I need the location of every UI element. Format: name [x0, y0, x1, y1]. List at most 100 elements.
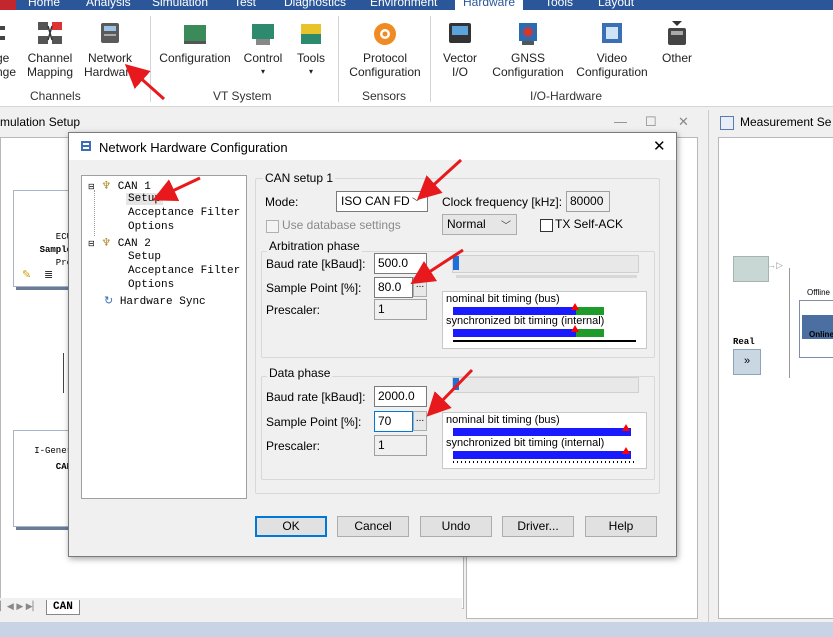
tab-tools[interactable]: Tools [545, 0, 573, 9]
maximize-icon[interactable]: ☐ [645, 114, 657, 130]
tools-button[interactable]: Tools ▾ [292, 20, 330, 79]
slider-thumb[interactable] [453, 378, 459, 390]
gnss-configuration-button[interactable]: GNSS Configuration [488, 20, 568, 79]
mode-select[interactable]: ISO CAN FD ﹀ [336, 191, 428, 212]
partial-button[interactable]: ge nge [0, 20, 16, 79]
other-button[interactable]: Other [656, 20, 698, 65]
group-io-hardware: I/O-Hardware [530, 89, 603, 103]
network-hardware-label-1: Network [87, 51, 132, 65]
driver-button[interactable]: Driver... [502, 516, 574, 537]
data-tq-scale [453, 461, 636, 463]
tab-analysis[interactable]: Analysis [86, 0, 131, 9]
channel-mapping-label-1: Channel [27, 51, 73, 65]
arb-sample-point-label: Sample Point [%]: [266, 281, 362, 295]
tree-node-can2[interactable]: ⊟ ♆ CAN 2 [88, 236, 151, 250]
tree-node-hardware-sync[interactable]: ↻ Hardware Sync [104, 294, 206, 308]
vector-io-button[interactable]: Vector I/O [436, 20, 484, 79]
tab-hardware[interactable]: Hardware [455, 0, 524, 10]
bus-line [63, 353, 64, 393]
arb-bit-timing-display: nominal bit timing (bus) synchronized bi… [442, 291, 647, 349]
collapse-icon[interactable]: ⊟ [88, 240, 95, 249]
arb-sync-bar [453, 329, 576, 337]
help-button[interactable]: Help [585, 516, 657, 537]
slider-thumb[interactable] [453, 256, 459, 270]
tree-node-can2-setup[interactable]: Setup [128, 251, 161, 263]
stack-icon[interactable]: ≣ [44, 268, 53, 282]
tab-can[interactable]: CAN [46, 600, 80, 615]
arb-baud-slider[interactable] [452, 255, 639, 273]
close-icon[interactable]: ✕ [678, 114, 689, 130]
online-label: Online [809, 330, 833, 339]
tab-environment[interactable]: Environment [370, 0, 437, 9]
chevron-down-icon: ﹀ [412, 198, 422, 209]
tx-self-ack-checkbox[interactable] [540, 219, 553, 232]
arb-sample-point-more-button[interactable]: ... [413, 277, 427, 297]
arb-nominal-label: nominal bit timing (bus) [446, 293, 560, 305]
data-sample-point-field[interactable]: 70 [374, 411, 413, 432]
configuration-button[interactable]: Configuration [156, 20, 234, 65]
tab-test[interactable]: Test [234, 0, 256, 9]
undo-button[interactable]: Undo [420, 516, 492, 537]
video-configuration-button[interactable]: Video Configuration [572, 20, 652, 79]
data-sample-point-label: Sample Point [%]: [266, 415, 362, 429]
tab-diagnostics[interactable]: Diagnostics [284, 0, 346, 9]
output-mode-select[interactable]: Normal ﹀ [442, 214, 517, 235]
tools-icon [296, 20, 326, 48]
connector-arrow: →▷ [767, 260, 783, 270]
clock-frequency-field[interactable]: 80000 [566, 191, 610, 212]
minimize-icon[interactable]: — [614, 114, 627, 129]
control-button[interactable]: Control ▾ [240, 20, 286, 79]
tree-node-can1-acceptance-filter[interactable]: Acceptance Filter [128, 207, 240, 219]
dialog-title: Network Hardware Configuration [99, 140, 288, 155]
data-sync-sample-marker [622, 447, 630, 454]
tab-home[interactable]: Home [28, 0, 60, 9]
arb-prescaler-field: 1 [374, 299, 427, 320]
data-baud-field[interactable]: 2000.0 [374, 386, 427, 407]
channel-mapping-button[interactable]: Channel Mapping [24, 20, 76, 79]
edit-pencil-icon[interactable]: ✎ [22, 268, 31, 282]
arb-sample-point-field[interactable]: 80.0 [374, 277, 413, 298]
use-database-checkbox[interactable] [266, 220, 279, 233]
tree-node-can1-options[interactable]: Options [128, 221, 174, 233]
tx-self-ack-label: TX Self-ACK [555, 217, 624, 231]
tab-simulation[interactable]: Simulation [152, 0, 208, 9]
data-bit-timing-display: nominal bit timing (bus) synchronized bi… [442, 412, 647, 469]
tab-layout[interactable]: Layout [598, 0, 634, 9]
tree-node-can1-setup[interactable]: Setup [126, 193, 164, 205]
mode-value: ISO CAN FD [341, 194, 410, 208]
tree-label-can1: CAN 1 [117, 181, 151, 193]
source-node-icon[interactable] [733, 256, 769, 282]
channel-mapping-icon [35, 20, 65, 48]
group-sensors: Sensors [362, 89, 407, 103]
tree-node-can1[interactable]: ⊟ ♆ CAN 1 [88, 179, 151, 193]
use-database-label: Use database settings [282, 218, 401, 232]
igenerator-label-2: CAN [55, 462, 72, 472]
ribbon-separator [338, 16, 339, 102]
data-nominal-bar [453, 428, 631, 436]
simulation-setup-title: mulation Setup [0, 115, 81, 129]
mode-label: Mode: [265, 195, 299, 209]
real-block-button[interactable]: » [733, 349, 761, 375]
arb-nominal-bar [453, 307, 576, 315]
data-nominal-label: nominal bit timing (bus) [446, 414, 560, 426]
data-baud-slider[interactable] [452, 377, 639, 393]
chevron-down-icon: ﹀ [501, 221, 511, 232]
arb-baud-field[interactable]: 500.0 [374, 253, 427, 274]
configuration-label: Configuration [159, 51, 231, 65]
tree-label-hardware-sync: Hardware Sync [119, 296, 206, 308]
arb-tq-scale [453, 340, 636, 342]
cancel-button[interactable]: Cancel [337, 516, 409, 537]
tree-node-can2-options[interactable]: Options [128, 279, 174, 291]
group-channels: Channels [30, 89, 81, 103]
network-hardware-button[interactable]: Network Hardware [84, 20, 136, 79]
data-sample-point-more-button[interactable]: ... [413, 411, 427, 431]
igenerator-label-1: I-Gener [34, 446, 72, 456]
dialog-title-bar: Network Hardware Configuration ✕ [69, 133, 676, 160]
tab-scroll-icons[interactable]: ▏◀ ▶ ▶▏ [0, 601, 40, 612]
tree-node-can2-acceptance-filter[interactable]: Acceptance Filter [128, 265, 240, 277]
dialog-close-icon[interactable]: ✕ [653, 137, 666, 155]
protocol-configuration-button[interactable]: Protocol Configuration [346, 20, 424, 79]
ribbon-tabs: Home Analysis Simulation Test Diagnostic… [0, 0, 833, 10]
ok-button[interactable]: OK [255, 516, 327, 537]
offline-online-switch[interactable] [799, 300, 833, 358]
